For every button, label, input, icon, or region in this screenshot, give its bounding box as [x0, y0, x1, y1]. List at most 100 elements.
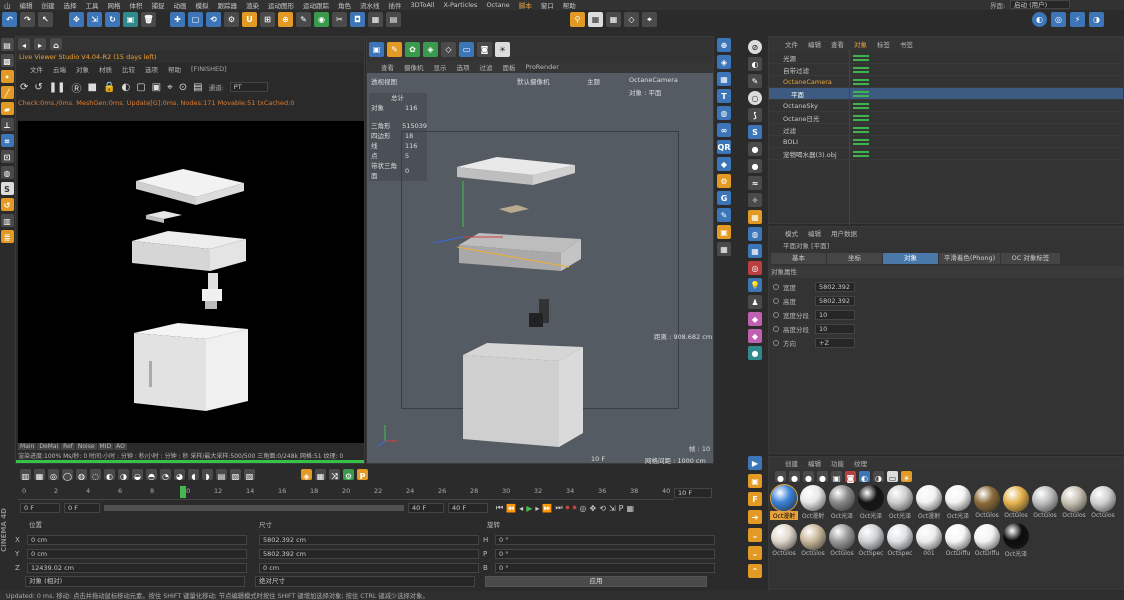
grid-snap-icon[interactable]: ▦ [606, 12, 621, 27]
menu-item[interactable]: 角色 [338, 0, 351, 10]
model-mode-icon[interactable]: ▤ [0, 38, 14, 51]
om-menu-item[interactable]: 标签 [877, 39, 890, 49]
motion-icon[interactable]: ⤨ [329, 469, 340, 481]
object-tags[interactable] [853, 54, 869, 61]
height-input[interactable]: 5802.392 [815, 296, 855, 306]
no-entry-icon[interactable]: ⊘ [748, 40, 762, 54]
material-swatch[interactable]: Oct光泽 [945, 485, 971, 520]
octane-light-icon[interactable]: ⚡ [1070, 12, 1085, 27]
filter-sphere-icon[interactable]: ● [789, 470, 800, 483]
vp-menu-item[interactable]: 摄像机 [404, 62, 424, 72]
matrix-icon[interactable]: ▦ [717, 72, 731, 86]
trash-icon[interactable]: 🗑 [141, 12, 156, 27]
object-row[interactable]: 平面 [769, 88, 1123, 100]
material-swatch[interactable]: OctDiffu [974, 524, 1000, 557]
wave-icon[interactable]: ≈ [748, 176, 762, 190]
material-swatch[interactable]: OctGlos [974, 486, 1000, 519]
height-segments-input[interactable]: 10 [815, 324, 855, 334]
lv-menu-item[interactable]: 云端 [53, 64, 66, 74]
menu-item[interactable]: 渲染 [246, 0, 259, 10]
mm-menu-item[interactable]: 功能 [831, 458, 844, 468]
clay-icon[interactable]: ◐ [121, 82, 130, 93]
axis-icon[interactable]: ⊕ [278, 12, 293, 27]
filter-glossy-icon[interactable]: ● [803, 470, 814, 483]
filter-camera-icon[interactable]: ◙ [845, 470, 856, 483]
edges-mode-icon[interactable]: ╱ [0, 86, 14, 99]
lock-icon[interactable]: 🔒 [103, 82, 115, 93]
subdivision-icon[interactable]: ◈ [423, 41, 438, 57]
attr-tab[interactable]: 坐标 [827, 253, 883, 264]
anim-tool-icon[interactable]: ▨ [244, 469, 255, 481]
sketch-icon[interactable]: ✎ [717, 208, 731, 222]
prev-frame-icon[interactable]: ◂ [519, 504, 523, 513]
keyframe-dot[interactable] [773, 298, 779, 304]
shape-icon[interactable]: ◐ [748, 57, 762, 71]
material-swatch[interactable]: OctGlos [771, 524, 797, 557]
key-pos-icon[interactable]: ✥ [590, 504, 597, 513]
snap-mode-icon[interactable]: ⌗ [0, 134, 14, 147]
pause-icon[interactable]: ❚❚ [49, 82, 66, 93]
prev-key-icon[interactable]: ⏪ [506, 504, 516, 513]
key-param-icon[interactable]: P [619, 504, 624, 513]
anim-tool-icon[interactable]: ◖ [188, 469, 199, 481]
undo-icon[interactable]: ↶ [2, 12, 17, 27]
attr-tab[interactable]: 基本 [771, 253, 827, 264]
filter-toon-icon[interactable]: ◐ [859, 470, 870, 483]
key-scale-icon[interactable]: ⇲ [609, 504, 616, 513]
play-forward-icon[interactable]: ▶ [526, 504, 532, 513]
pass-tab[interactable]: Main [18, 443, 37, 450]
cloner-tool-icon[interactable]: ⊕ [717, 38, 731, 52]
vp-menu-item[interactable]: 查看 [381, 62, 394, 72]
start-frame-field[interactable]: 0 F [20, 503, 60, 513]
object-row[interactable]: Octane日光 [769, 112, 1123, 124]
lv-menu-item[interactable]: 文件 [30, 64, 43, 74]
menu-item[interactable]: 体积 [130, 0, 143, 10]
cloner-icon[interactable]: ⊞ [260, 12, 275, 27]
material-swatch[interactable]: OctGlos [1032, 486, 1058, 519]
pass-tab[interactable]: Noise [75, 443, 97, 450]
home-icon[interactable]: ⌂ [50, 38, 62, 50]
goto-end-icon[interactable]: ⏭ [555, 503, 562, 513]
target-icon[interactable]: ◎ [748, 261, 762, 275]
menu-item[interactable]: 流水线 [360, 0, 380, 10]
vp-menu-item[interactable]: ProRender [526, 63, 559, 71]
texture-mode-icon[interactable]: ▩ [0, 54, 14, 67]
material-swatch[interactable]: Oct光泽 [858, 485, 884, 520]
keyframe-dot[interactable] [773, 312, 779, 318]
menu-item[interactable]: 捕捉 [152, 0, 165, 10]
material-swatch[interactable]: Oct光泽 [887, 485, 913, 520]
position-z-input[interactable]: 12439.02 cm [27, 563, 247, 573]
width-input[interactable]: 5802.392 [815, 282, 855, 292]
material-swatch[interactable]: OctDiffu [945, 524, 971, 557]
position-x-input[interactable]: 0 cm [27, 535, 247, 545]
light-icon[interactable]: ☀ [495, 41, 510, 57]
attr-tab[interactable]: 平滑着色(Phong) [939, 253, 1001, 264]
material-swatch[interactable]: OctGlos [1003, 486, 1029, 519]
menu-item[interactable]: 模拟 [196, 0, 209, 10]
material-swatch[interactable]: OctSpec [887, 524, 913, 557]
om-menu-item[interactable]: 查看 [831, 39, 844, 49]
cube-orange-icon[interactable]: ▣ [717, 225, 731, 239]
vp-menu-item[interactable]: 选项 [457, 62, 470, 72]
move-tool-icon[interactable]: ✥ [69, 12, 84, 27]
anim-tool-icon[interactable]: ◕ [174, 469, 185, 481]
frame-range-slider[interactable] [104, 505, 404, 511]
box-icon[interactable]: ▣ [748, 474, 762, 488]
paint-icon[interactable]: ✎ [296, 12, 311, 27]
keyframe-dot[interactable] [773, 340, 779, 346]
am-menu-item[interactable]: 模式 [785, 228, 798, 238]
restart-icon[interactable]: ↺ [34, 82, 42, 93]
object-row[interactable]: 自带过滤 [769, 64, 1123, 76]
menu-item[interactable]: 创建 [42, 0, 55, 10]
lv-menu-item[interactable]: 材质 [99, 64, 112, 74]
pass-tab[interactable]: AO [114, 443, 127, 450]
gem-icon[interactable]: ◆ [748, 312, 762, 326]
cube-icon[interactable]: ▣ [123, 12, 138, 27]
menu-item[interactable]: 插件 [389, 0, 402, 10]
menu-item[interactable]: Octane [486, 1, 509, 9]
mouse-icon[interactable]: ◍ [0, 166, 14, 179]
mm-menu-item[interactable]: 创建 [785, 458, 798, 468]
menu-item[interactable]: 帮助 [563, 0, 576, 10]
chevron-down2-icon[interactable]: ⌄ [748, 546, 762, 560]
spline-icon[interactable]: ⟆ [748, 108, 762, 122]
